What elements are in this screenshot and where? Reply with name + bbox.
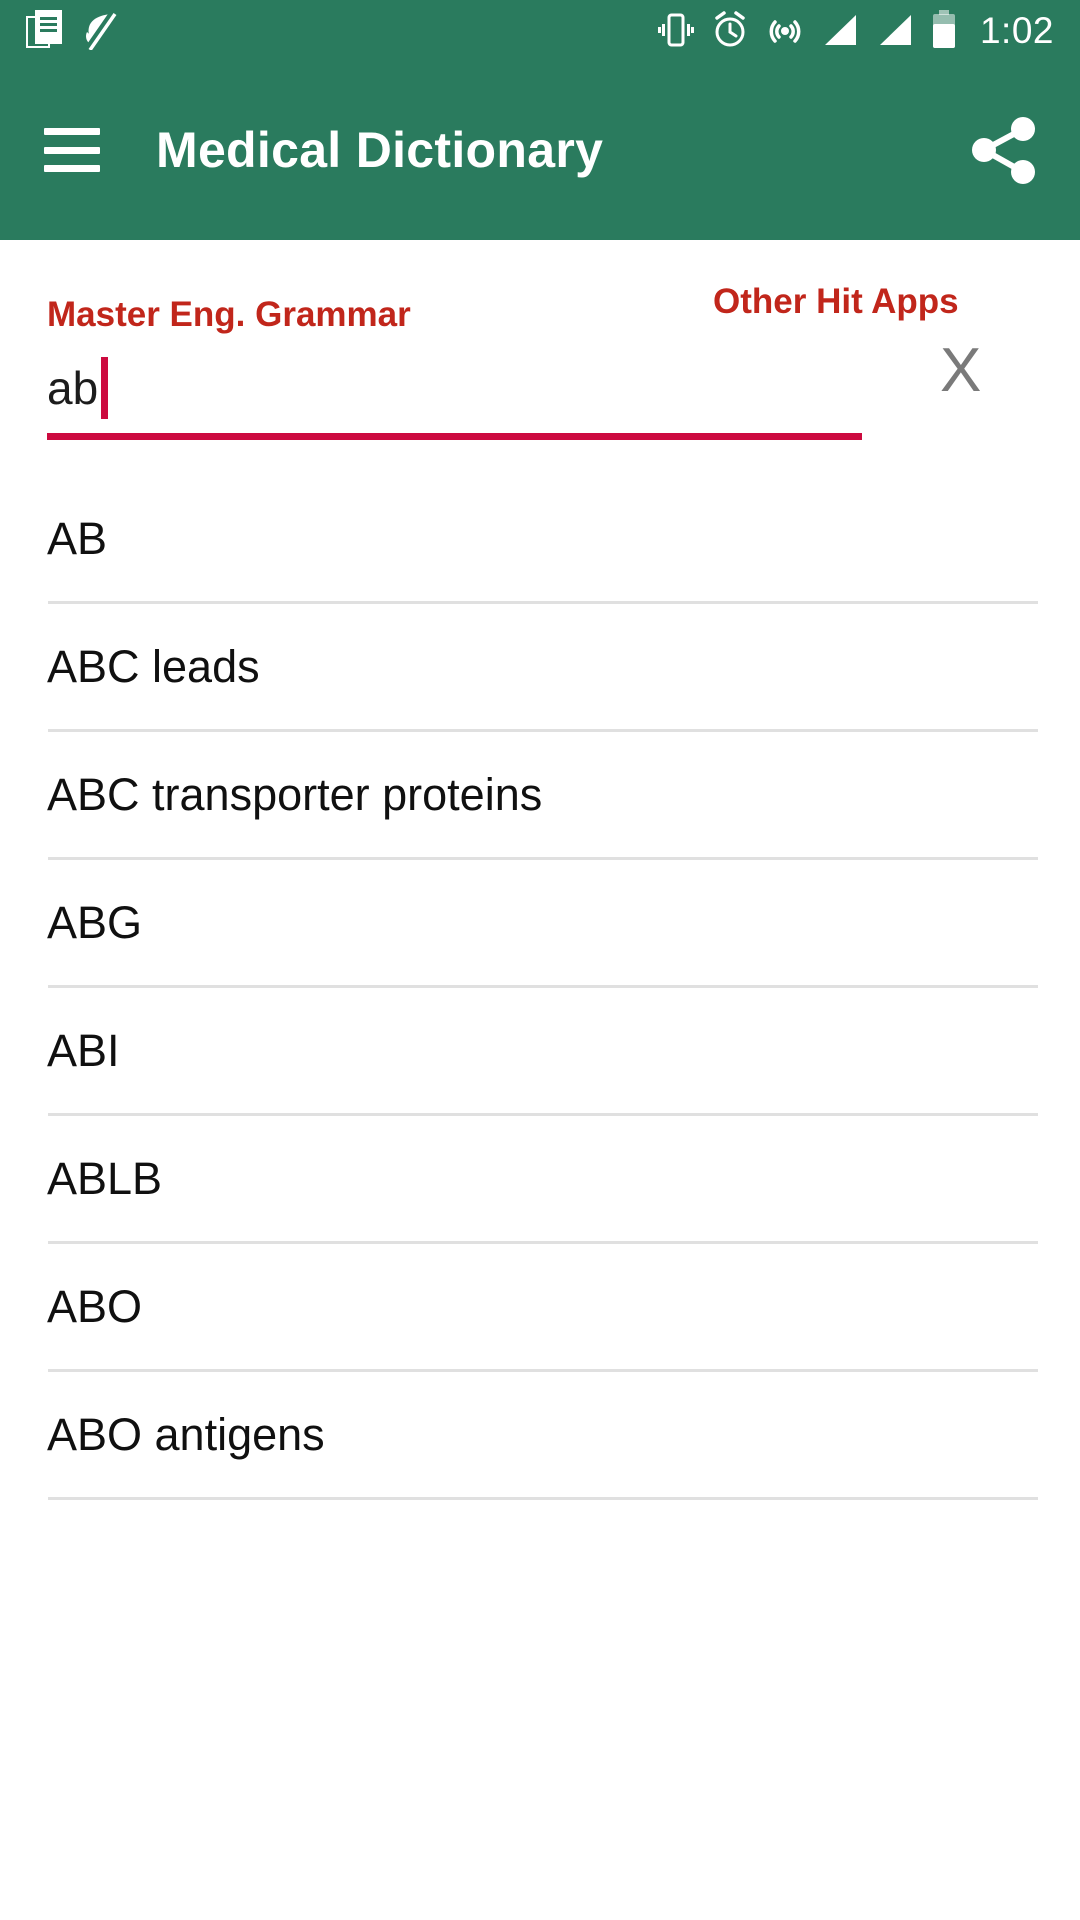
search-input-value: ab [47,361,99,414]
status-bar-right-icons: 1:02 [657,9,1054,51]
search-input[interactable]: ab [47,348,862,440]
list-divider [48,1497,1038,1500]
vibrate-icon [657,13,694,47]
hamburger-menu-icon[interactable] [44,128,100,172]
battery-icon [932,10,955,48]
page-title: Medical Dictionary [156,122,604,178]
list-item-label: AB [47,512,108,564]
hotspot-icon [769,20,801,43]
news-document-icon [26,10,62,48]
hamburger-bar-2 [44,146,100,154]
list-item[interactable]: ABI [0,988,1080,1113]
list-item-label: ABC transporter proteins [47,768,543,820]
signal-bars-icon-1 [824,15,856,45]
promo-link-other-hit-apps[interactable]: Other Hit Apps [713,282,959,322]
list-item[interactable]: ABO antigens [0,1372,1080,1497]
search-results-list: AB ABC leads ABC transporter proteins AB… [0,476,1080,1500]
promo-link-master-eng-grammar[interactable]: Master Eng. Grammar [47,295,411,335]
leaf-muted-icon [85,10,117,50]
clear-search-button[interactable]: X [940,340,981,402]
alarm-clock-icon [715,11,745,47]
status-bar: 1:02 [0,0,1080,60]
list-item-label: ABO [47,1280,143,1332]
list-item-label: ABC leads [47,640,260,692]
list-item-label: ABI [47,1024,120,1076]
list-item[interactable]: ABO [0,1244,1080,1369]
signal-bars-icon-2 [879,15,911,45]
list-item[interactable]: ABG [0,860,1080,985]
list-item[interactable]: ABLB [0,1116,1080,1241]
text-caret [101,356,109,419]
list-item-label: ABG [47,896,143,948]
promo-links-row: Master Eng. Grammar Other Hit Apps [0,240,1080,348]
share-button[interactable] [962,108,1046,192]
hamburger-bar-1 [44,128,100,135]
hamburger-bar-3 [44,165,100,172]
list-item[interactable]: ABC leads [0,604,1080,729]
status-bar-clock: 1:02 [979,9,1054,51]
app-bar: Medical Dictionary [0,60,1080,240]
search-row: ab X [0,340,1080,440]
list-item[interactable]: AB [0,476,1080,601]
list-item-label: ABLB [47,1152,163,1204]
list-item-label: ABO antigens [47,1408,325,1460]
share-icon [972,117,1035,184]
status-bar-left-icons [26,10,120,50]
list-item[interactable]: ABC transporter proteins [0,732,1080,857]
